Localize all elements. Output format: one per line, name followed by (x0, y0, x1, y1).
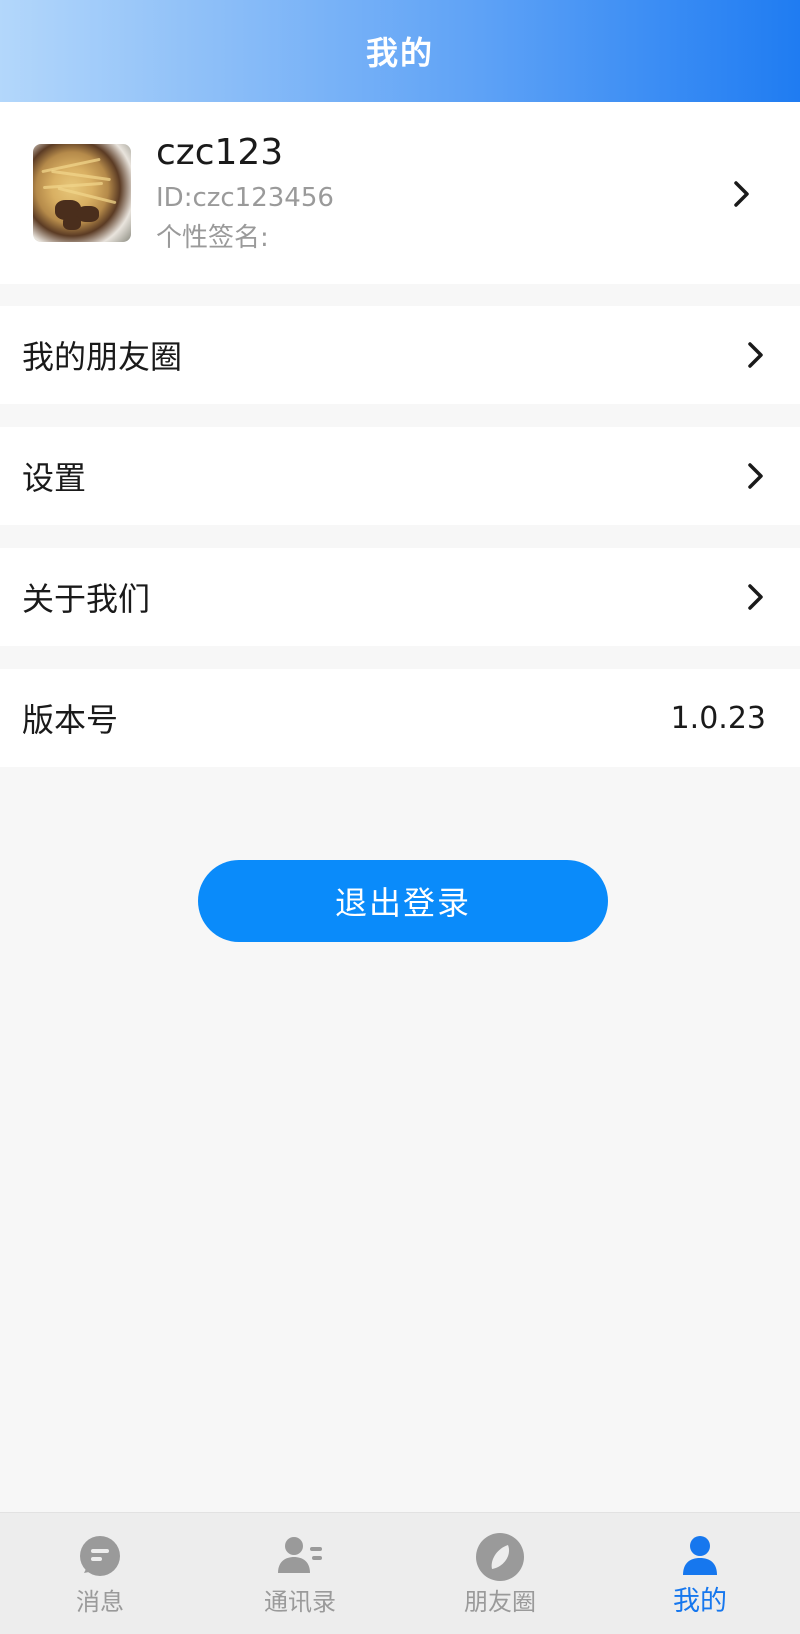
tab-moments[interactable]: 朋友圈 (400, 1513, 600, 1634)
tab-me[interactable]: 我的 (600, 1513, 800, 1634)
tab-label: 我的 (673, 1586, 727, 1617)
compass-icon (476, 1533, 524, 1581)
chevron-right-icon (748, 342, 763, 368)
chevron-right-icon (748, 584, 763, 610)
tab-contacts[interactable]: 通讯录 (200, 1513, 400, 1634)
profile-card[interactable]: czc123 ID:czc123456 个性签名: (0, 102, 800, 284)
menu-item-settings[interactable]: 设置 (0, 427, 800, 525)
version-label: 版本号 (22, 701, 119, 739)
tab-label: 通讯录 (264, 1588, 336, 1616)
user-id: ID:czc123456 (156, 183, 334, 213)
message-icon (80, 1536, 120, 1576)
tab-messages[interactable]: 消息 (0, 1513, 200, 1634)
tab-label: 朋友圈 (464, 1588, 536, 1616)
menu-item-label: 设置 (22, 459, 87, 497)
menu-item-about[interactable]: 关于我们 (0, 548, 800, 646)
username: czc123 (156, 132, 284, 173)
version-value: 1.0.23 (670, 700, 766, 736)
contacts-icon (278, 1537, 322, 1573)
profile-info: czc123 ID:czc123456 个性签名: (156, 130, 334, 258)
app-root: 我的 czc123 ID:czc123456 个性签名: 我的朋友圈 设置 关于… (0, 0, 800, 1634)
avatar[interactable] (33, 144, 131, 242)
bottom-tab-bar: 消息 通讯录 朋友圈 我的 (0, 1512, 800, 1634)
chevron-right-icon (734, 181, 749, 207)
logout-button[interactable]: 退出登录 (198, 860, 608, 942)
signature-label: 个性签名: (156, 223, 269, 253)
page-title: 我的 (365, 34, 434, 72)
top-header: 我的 (0, 0, 800, 102)
menu-item-label: 我的朋友圈 (22, 338, 183, 376)
chevron-right-icon (748, 463, 763, 489)
version-row: 版本号 1.0.23 (0, 669, 800, 767)
tab-label: 消息 (76, 1588, 124, 1616)
menu-item-label: 关于我们 (22, 580, 151, 618)
user-icon (683, 1536, 717, 1575)
menu-item-moments[interactable]: 我的朋友圈 (0, 306, 800, 404)
